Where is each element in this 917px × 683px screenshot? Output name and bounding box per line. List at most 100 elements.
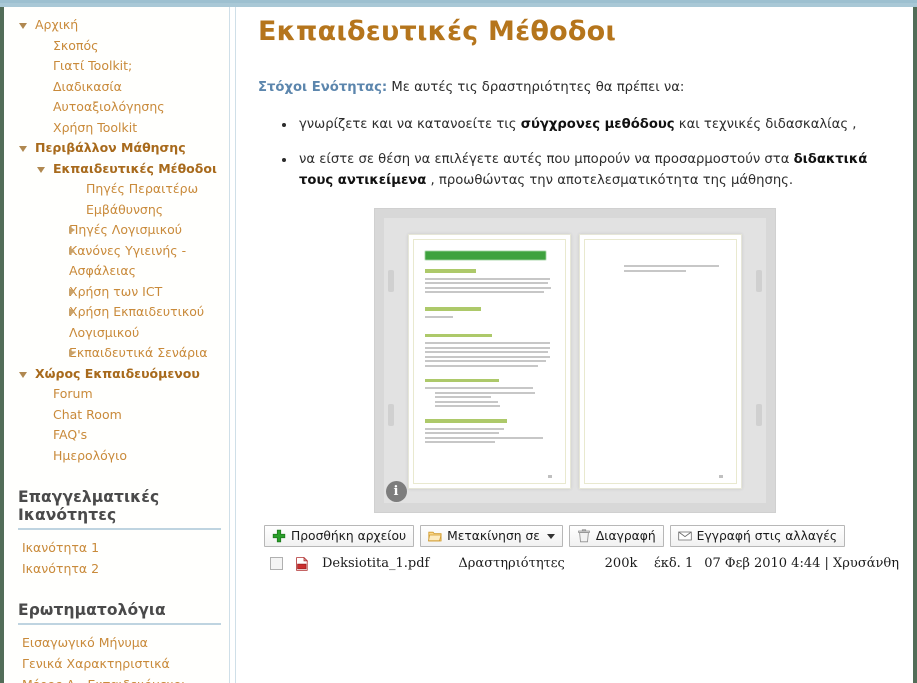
sidebar-item-7[interactable]: Πηγές Περαιτέρω Εμβάθυνσης	[4, 179, 229, 220]
sidebar-item-label: Εκπαιδευτικές Μέθοδοι	[53, 160, 217, 176]
preview-spine-right-top	[755, 270, 762, 292]
table-row[interactable]: Deksiotita_1.pdf Δραστηριότητες 200k έκδ. 1…	[264, 556, 899, 571]
attachment-button-label: Διαγραφή	[595, 529, 656, 543]
sidebar-item-2[interactable]: Γιατί Toolkit;	[4, 56, 229, 77]
attachments-toolbar: Προσθήκη αρχείου Μετακίνηση σε Διαγραφή Εγγ…	[264, 525, 899, 547]
sidebar-item-12[interactable]: Εκπαιδευτικά Σενάρια	[4, 343, 229, 364]
sidebar-section-heading: Επαγγελματικές Ικανότητες	[18, 488, 160, 524]
sidebar-item-10[interactable]: Χρήση των ICT	[4, 282, 229, 303]
sidebar-item-label: Chat Room	[53, 406, 122, 422]
document-preview-surface	[383, 218, 766, 503]
document-preview[interactable]: i	[374, 209, 775, 512]
sidebar-section-rule	[18, 528, 221, 530]
file-name-link[interactable]: Deksiotita_1.pdf	[322, 556, 458, 571]
objective-text: να είστε σε θέση να επιλέγετε αυτές που …	[299, 152, 794, 167]
preview-spine-left-top	[387, 270, 394, 292]
preview-spine-left-bottom	[387, 404, 394, 426]
file-description: Δραστηριότητες	[458, 556, 565, 571]
sidebar-item-11[interactable]: Χρήση Εκπαιδευτικού Λογισμικού	[4, 302, 229, 343]
preview-page-right	[578, 234, 742, 489]
sidebar-section-1: Ερωτηματολόγια Εισαγωγικό Μήνυμα Γενικά Χα…	[4, 601, 229, 683]
window-frame-right	[913, 0, 917, 683]
folder-icon	[428, 529, 442, 543]
sidebar-item-label: Διαδικασία Αυτοαξιολόγησης	[53, 78, 165, 115]
sidebar-item-label: Σκοπός	[53, 37, 99, 53]
sidebar-link-0-1[interactable]: Ικανότητα 2	[4, 558, 229, 579]
pdf-icon	[295, 556, 309, 571]
sidebar-item-9[interactable]: Κανόνες Υγιεινής - Ασφάλειας	[4, 241, 229, 282]
sidebar-item-label: FAQ's	[53, 427, 88, 442]
chevron-down-icon[interactable]	[19, 146, 27, 152]
sidebar-item-6[interactable]: Εκπαιδευτικές Μέθοδοι	[4, 159, 229, 180]
sidebar-nav-tree: Αρχική Σκοπός Γιατί Toolkit; Διαδικασία Αυτ…	[4, 15, 229, 466]
plus-icon	[272, 529, 286, 543]
sidebar-item-13[interactable]: Χώρος Εκπαιδευόμενου	[4, 364, 229, 385]
sidebar-link-0-0[interactable]: Ικανότητα 1	[4, 537, 229, 558]
sidebar: Αρχική Σκοπός Γιατί Toolkit; Διαδικασία Αυτ…	[4, 7, 229, 683]
sidebar-link-1-0[interactable]: Εισαγωγικό Μήνυμα	[4, 632, 229, 653]
chevron-down-icon[interactable]	[19, 371, 27, 378]
chevron-down-icon[interactable]	[37, 166, 45, 173]
file-version: έκδ. 1	[654, 556, 694, 571]
sidebar-item-14[interactable]: Forum	[4, 384, 229, 405]
page-title: Εκπαιδευτικές Μέθοδοι	[258, 16, 617, 47]
sidebar-item-16[interactable]: FAQ's	[4, 425, 229, 446]
row-checkbox[interactable]	[270, 557, 283, 570]
chevron-right-icon[interactable]	[69, 226, 75, 234]
sidebar-item-3[interactable]: Διαδικασία Αυτοαξιολόγησης	[4, 77, 229, 118]
sidebar-link-1-2[interactable]: Μέρος Α - Εκπαιδευόμενοι	[4, 674, 229, 683]
sidebar-link-1-1[interactable]: Γενικά Χαρακτηριστικά	[4, 653, 229, 674]
attachment-button-1[interactable]: Μετακίνηση σε	[420, 525, 563, 547]
sidebar-item-1[interactable]: Σκοπός	[4, 36, 229, 57]
sidebar-item-0[interactable]: Αρχική	[4, 15, 229, 36]
objective-text: , προωθώντας την αποτελεσματικότητα της …	[426, 173, 794, 188]
sidebar-item-5[interactable]: Περιβάλλον Μάθησης	[4, 138, 229, 159]
intro-paragraph: Στόχοι Ενότητας: Με αυτές τις δραστηριότ…	[258, 78, 899, 97]
sidebar-section-0: Επαγγελματικές Ικανότητες Ικανότητα 1 Ικαν…	[4, 488, 229, 579]
chevron-right-icon[interactable]	[69, 246, 75, 255]
sidebar-item-label: Γιατί Toolkit;	[53, 58, 133, 73]
top-accent-strip-inner	[0, 0, 917, 3]
doc-heading-1	[424, 269, 477, 273]
preview-spine-right-bottom	[755, 404, 762, 426]
sidebar-content-divider	[229, 7, 236, 683]
sidebar-item-17[interactable]: Ημερολόγιο	[4, 446, 229, 467]
sidebar-item-label: Αρχική	[35, 17, 79, 32]
chevron-down-icon[interactable]	[546, 533, 555, 539]
objective-text: και τεχνικές διδασκαλίας ,	[674, 117, 857, 132]
preview-page-left	[407, 234, 571, 489]
sidebar-section-rule	[18, 623, 221, 625]
sidebar-item-label: Κανόνες Υγιεινής - Ασφάλειας	[69, 242, 187, 279]
sidebar-item-4[interactable]: Χρήση Toolkit	[4, 118, 229, 139]
chevron-right-icon[interactable]	[69, 349, 75, 357]
sidebar-item-label: Πηγές Λογισμικού	[69, 222, 182, 237]
sidebar-item-label: Χρήση Toolkit	[53, 119, 138, 135]
page-root: Αρχική Σκοπός Γιατί Toolkit; Διαδικασία Αυτ…	[0, 0, 917, 683]
attachment-button-3[interactable]: Εγγραφή στις αλλαγές	[669, 525, 846, 547]
doc-heading-2	[424, 307, 482, 311]
objective-emphasis: σύγχρονες μεθόδους	[520, 117, 675, 132]
attachments-file-list: Deksiotita_1.pdf Δραστηριότητες 200k έκδ. 1…	[264, 556, 899, 571]
objective-item-0: γνωρίζετε και να κατανοείτε τις σύγχρονε…	[296, 114, 899, 135]
chevron-right-icon[interactable]	[69, 287, 75, 296]
sidebar-item-15[interactable]: Chat Room	[4, 405, 229, 426]
sidebar-item-label: Περιβάλλον Μάθησης	[35, 140, 186, 155]
page-left-body	[424, 251, 554, 472]
attachment-button-2[interactable]: Διαγραφή	[568, 525, 664, 547]
page-number-right	[718, 475, 723, 478]
info-icon[interactable]: i	[385, 481, 407, 502]
file-size: 200k	[604, 556, 638, 571]
chevron-down-icon[interactable]	[19, 23, 27, 29]
preview-page-pair	[407, 234, 742, 489]
page-number-left	[547, 475, 552, 478]
top-accent-strip	[0, 0, 917, 7]
attachment-button-label: Προσθήκη αρχείου	[291, 529, 407, 543]
chevron-right-icon[interactable]	[69, 308, 75, 316]
sidebar-item-8[interactable]: Πηγές Λογισμικού	[4, 220, 229, 241]
main-content: Εκπαιδευτικές Μέθοδοι Στόχοι Ενότητας: Μ…	[236, 7, 913, 683]
intro-rest-text: Με αυτές τις δραστηριότητες θα πρέπει να…	[387, 80, 685, 95]
page-right-body	[596, 251, 725, 472]
sidebar-item-label: Forum	[53, 386, 93, 401]
attachment-button-0[interactable]: Προσθήκη αρχείου	[264, 525, 415, 547]
objective-text: γνωρίζετε και να κατανοείτε τις	[299, 117, 521, 132]
